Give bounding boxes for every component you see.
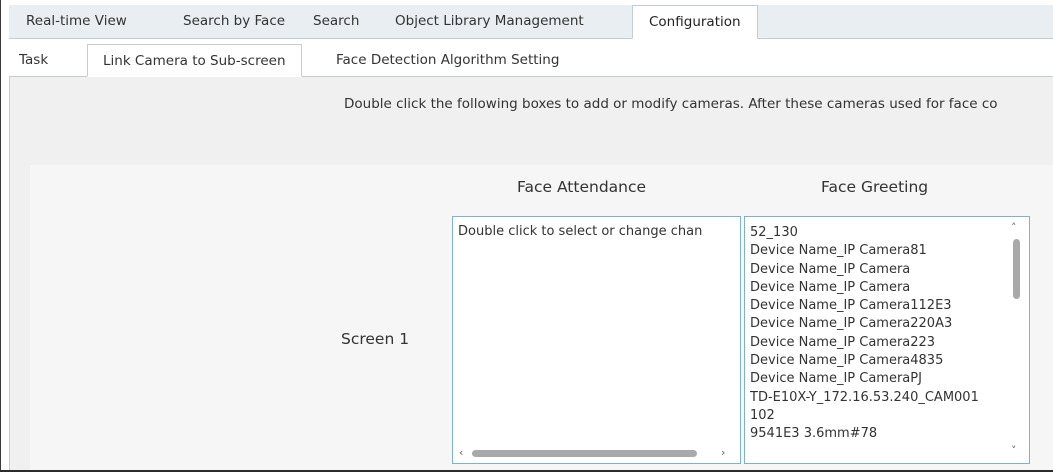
camera-list-item[interactable]: Device Name_IP Camera <box>750 261 979 279</box>
column-header-face-greeting: Face Greeting <box>821 178 929 196</box>
tab-search-by-face[interactable]: Search by Face <box>183 5 285 38</box>
greeting-camera-list: 52_130 Device Name_IP Camera81 Device Name… <box>750 224 979 444</box>
camera-list-item[interactable]: Device Name_IP CameraPJ <box>750 370 979 388</box>
scroll-right-icon[interactable]: › <box>721 447 725 459</box>
window-frame-left <box>0 0 1 472</box>
camera-list-item[interactable]: Device Name_IP Camera112E3 <box>750 297 979 315</box>
subtab-link-camera-to-sub-screen[interactable]: Link Camera to Sub-screen <box>87 44 302 77</box>
instruction-text: Double click the following boxes to add … <box>344 96 998 112</box>
configuration-content: Double click the following boxes to add … <box>9 77 1053 470</box>
scroll-left-icon[interactable]: ‹ <box>459 447 463 459</box>
camera-list-item[interactable]: Device Name_IP Camera4835 <box>750 352 979 370</box>
camera-list-item[interactable]: 102 <box>750 407 979 425</box>
tab-real-time-view[interactable]: Real-time View <box>26 5 127 38</box>
sub-tab-bar: Task Link Camera to Sub-screen Face Dete… <box>9 44 1053 77</box>
column-header-face-attendance: Face Attendance <box>517 178 647 196</box>
camera-list-item[interactable]: Device Name_IP Camera81 <box>750 242 979 260</box>
camera-list-item[interactable]: Device Name_IP Camera <box>750 279 979 297</box>
face-greeting-camera-box[interactable]: 52_130 Device Name_IP Camera81 Device Name… <box>744 216 1030 464</box>
scroll-up-icon[interactable]: ˄ <box>1011 222 1017 234</box>
subtab-task[interactable]: Task <box>19 44 48 76</box>
screen-label: Screen 1 <box>341 330 410 348</box>
tab-configuration[interactable]: Configuration <box>632 5 758 39</box>
scroll-down-icon[interactable]: ˅ <box>1011 445 1017 457</box>
camera-list-item[interactable]: Device Name_IP Camera223 <box>750 334 979 352</box>
tab-object-library-management[interactable]: Object Library Management <box>395 5 584 38</box>
face-attendance-camera-box[interactable]: Double click to select or change chan ‹ … <box>452 216 741 464</box>
attendance-placeholder-text: Double click to select or change chan <box>458 224 703 239</box>
tab-search[interactable]: Search <box>313 5 359 38</box>
main-tab-bar: Real-time View Search by Face Search Obj… <box>9 5 1053 39</box>
camera-list-item[interactable]: 52_130 <box>750 224 979 242</box>
camera-list-item[interactable]: TD-E10X-Y_172.16.53.240_CAM001 <box>750 389 979 407</box>
camera-list-item[interactable]: Device Name_IP Camera220A3 <box>750 315 979 333</box>
horizontal-scrollbar-thumb[interactable] <box>472 450 697 457</box>
camera-list-item[interactable]: 9541E3 3.6mm#78 <box>750 425 979 443</box>
subtab-face-detection-algorithm-setting[interactable]: Face Detection Algorithm Setting <box>336 44 559 76</box>
vertical-scrollbar-thumb[interactable] <box>1013 239 1020 299</box>
